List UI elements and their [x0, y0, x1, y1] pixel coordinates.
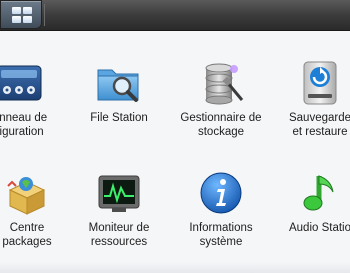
taskbar-divider	[44, 4, 45, 26]
control-panel-icon	[0, 60, 45, 106]
resource-monitor-icon	[94, 170, 144, 216]
taskbar	[0, 0, 350, 31]
app-system-information[interactable]: Informations système	[171, 170, 271, 270]
app-label: Audio Statio	[288, 222, 350, 234]
app-resource-monitor[interactable]: Moniteur de ressources	[69, 170, 169, 270]
app-storage-manager[interactable]: Gestionnaire de stockage	[171, 60, 271, 160]
app-control-panel[interactable]: anneau de figuration	[0, 60, 70, 160]
app-label: Informations système	[189, 222, 253, 248]
app-package-center[interactable]: Centre packages	[0, 170, 77, 270]
app-label: File Station	[90, 112, 148, 124]
package-center-icon	[2, 170, 52, 216]
audio-station-icon	[295, 170, 345, 216]
app-file-station[interactable]: File Station	[69, 60, 169, 160]
app-audio-station[interactable]: Audio Statio	[270, 170, 350, 270]
app-label: Gestionnaire de stockage	[180, 112, 262, 138]
app-label: Centre packages	[2, 222, 52, 248]
file-station-icon	[94, 60, 144, 106]
app-backup-restore[interactable]: Sauvegarde et restaure	[270, 60, 350, 160]
backup-restore-icon	[295, 60, 345, 106]
app-label: anneau de figuration	[0, 112, 48, 138]
info-icon	[196, 170, 246, 216]
storage-manager-icon	[196, 60, 246, 106]
app-label: Sauvegarde et restaure	[288, 112, 350, 138]
app-label: Moniteur de ressources	[88, 222, 150, 248]
grid-icon	[12, 7, 32, 24]
main-menu-button[interactable]	[0, 0, 42, 29]
